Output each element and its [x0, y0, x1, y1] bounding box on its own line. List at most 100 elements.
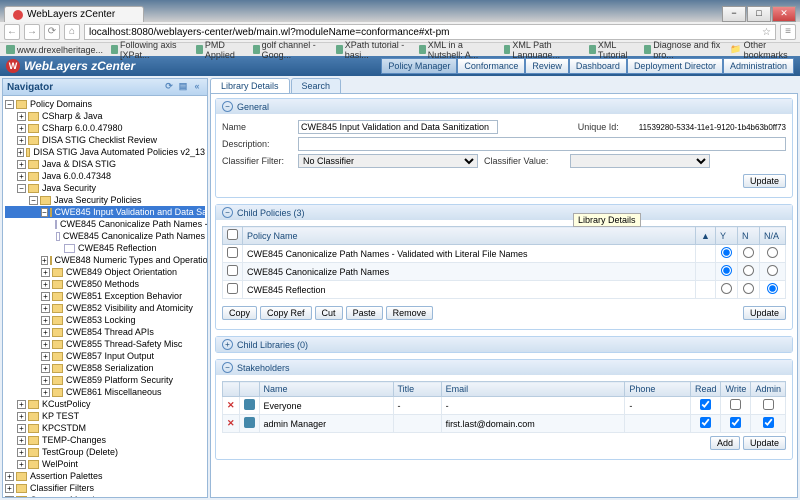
tree-node[interactable]: +CWE850 Methods [5, 278, 205, 290]
tree-toggle[interactable]: + [17, 112, 26, 121]
bookmark-star-icon[interactable]: ☆ [762, 27, 771, 38]
tree-node[interactable]: +CWE853 Locking [5, 314, 205, 326]
browser-tab[interactable]: WebLayers zCenter [4, 6, 144, 22]
tree-node[interactable]: +CWE859 Platform Security [5, 374, 205, 386]
radio-y[interactable] [721, 283, 732, 294]
tree-toggle[interactable]: + [17, 460, 26, 469]
name-input[interactable] [298, 120, 498, 134]
bookmark-link[interactable]: golf channel - Goog... [253, 40, 328, 60]
radio-y[interactable] [721, 265, 732, 276]
tree-toggle[interactable]: + [17, 424, 26, 433]
bookmark-link[interactable]: Diagnose and fix pro... [644, 40, 722, 60]
tree-node[interactable]: CWE845 Canonicalize Path Names - Validat… [5, 218, 205, 230]
delete-icon[interactable]: ✕ [227, 400, 235, 410]
tree-node[interactable]: +CWE858 Serialization [5, 362, 205, 374]
bookmark-link[interactable]: XPath tutorial - basi... [336, 40, 411, 60]
col-policy-name[interactable]: Policy Name [243, 227, 696, 245]
bookmark-link[interactable]: XML in a Nutshell: A... [419, 40, 496, 60]
tree-node[interactable]: CWE845 Canonicalize Path Names [5, 230, 205, 242]
tree-toggle[interactable]: + [41, 340, 50, 349]
row-checkbox[interactable] [227, 283, 238, 294]
tree-node[interactable]: +CSharp & Java [5, 110, 205, 122]
read-checkbox[interactable] [700, 417, 711, 428]
classifier-value-select[interactable] [570, 154, 710, 168]
radio-y[interactable] [721, 247, 732, 258]
remove-button[interactable]: Remove [386, 306, 434, 320]
menu-button[interactable]: ≡ [780, 24, 796, 40]
select-all-checkbox[interactable] [227, 229, 238, 240]
collapse-icon[interactable]: − [222, 101, 233, 112]
tree-node[interactable]: +Classifier Filters [5, 482, 205, 494]
radio-n[interactable] [743, 283, 754, 294]
tree-icon[interactable]: ▤ [177, 81, 189, 93]
nav-deployment-director[interactable]: Deployment Director [627, 58, 723, 74]
tree-toggle[interactable]: + [41, 268, 50, 277]
nav-policy-manager[interactable]: Policy Manager [381, 58, 457, 74]
nav-administration[interactable]: Administration [723, 58, 794, 74]
tree-toggle[interactable]: + [17, 148, 24, 157]
table-row[interactable]: CWE845 Canonicalize Path Names [223, 263, 786, 281]
tree-node-selected[interactable]: −CWE845 Input Validation and Data Saniti… [5, 206, 205, 218]
tree-node[interactable]: +CWE857 Input Output [5, 350, 205, 362]
tree-toggle[interactable]: + [17, 136, 26, 145]
tree-node[interactable]: +Java & DISA STIG [5, 158, 205, 170]
table-row[interactable]: CWE845 Reflection [223, 281, 786, 299]
tree-node[interactable]: +TestGroup (Delete) [5, 446, 205, 458]
table-row[interactable]: ✕admin Managerfirst.last@domain.com [223, 415, 786, 433]
admin-checkbox[interactable] [763, 417, 774, 428]
radio-na[interactable] [767, 247, 778, 258]
tree-toggle[interactable]: + [5, 472, 14, 481]
tree-node[interactable]: +CWE854 Thread APIs [5, 326, 205, 338]
refresh-icon[interactable]: ⟳ [163, 81, 175, 93]
tree-node[interactable]: +KPCSTDM [5, 422, 205, 434]
tree-node[interactable]: +KCustPolicy [5, 398, 205, 410]
add-button[interactable]: Add [710, 436, 740, 450]
nav-conformance[interactable]: Conformance [457, 58, 525, 74]
tree-toggle[interactable]: + [17, 124, 26, 133]
row-checkbox[interactable] [227, 247, 238, 258]
tree-toggle[interactable]: + [41, 304, 50, 313]
tree-toggle[interactable]: − [5, 100, 14, 109]
radio-n[interactable] [743, 265, 754, 276]
tree-toggle[interactable]: + [41, 280, 50, 289]
copy-button[interactable]: Copy [222, 306, 257, 320]
tree-toggle[interactable]: + [5, 484, 14, 493]
tree-node[interactable]: CWE845 Reflection [5, 242, 205, 254]
table-row[interactable]: ✕Everyone--- [223, 397, 786, 415]
tree-toggle[interactable]: − [17, 184, 26, 193]
collapse-icon[interactable]: − [222, 207, 233, 218]
tree-node[interactable]: +CWE852 Visibility and Atomicity [5, 302, 205, 314]
paste-button[interactable]: Paste [346, 306, 383, 320]
tree-node[interactable]: +KP TEST [5, 410, 205, 422]
radio-n[interactable] [743, 247, 754, 258]
table-row[interactable]: CWE845 Canonicalize Path Names - Validat… [223, 245, 786, 263]
tree-toggle[interactable]: + [41, 292, 50, 301]
tree-toggle[interactable]: + [17, 436, 26, 445]
cut-button[interactable]: Cut [315, 306, 343, 320]
admin-checkbox[interactable] [763, 399, 774, 410]
other-bookmarks[interactable]: 📁 Other bookmarks [730, 40, 794, 60]
tree-node[interactable]: +CWE848 Numeric Types and Operations [5, 254, 205, 266]
tab-library-details[interactable]: Library Details [210, 78, 290, 93]
tree-toggle[interactable]: + [17, 172, 26, 181]
tree-node[interactable]: −Java Security [5, 182, 205, 194]
tree-node[interactable]: +CWE861 Miscellaneous [5, 386, 205, 398]
window-close[interactable]: ✕ [772, 6, 796, 22]
row-checkbox[interactable] [227, 265, 238, 276]
tree-toggle[interactable]: + [5, 496, 14, 498]
back-button[interactable]: ← [4, 24, 20, 40]
home-button[interactable]: ⌂ [64, 24, 80, 40]
window-maximize[interactable]: □ [747, 6, 771, 22]
tree-toggle[interactable]: + [17, 160, 26, 169]
reload-button[interactable]: ⟳ [44, 24, 60, 40]
tree-node[interactable]: +Java 6.0.0.47348 [5, 170, 205, 182]
tab-search[interactable]: Search [291, 78, 342, 93]
copy-ref-button[interactable]: Copy Ref [260, 306, 312, 320]
classifier-filter-select[interactable]: No Classifier [298, 154, 478, 168]
tree-toggle[interactable]: + [41, 256, 48, 265]
tree-node[interactable]: +TEMP-Changes [5, 434, 205, 446]
expand-icon[interactable]: + [222, 339, 233, 350]
tree-node[interactable]: +WelPoint [5, 458, 205, 470]
delete-icon[interactable]: ✕ [227, 418, 235, 428]
bookmark-link[interactable]: XML Tutorial [589, 40, 636, 60]
